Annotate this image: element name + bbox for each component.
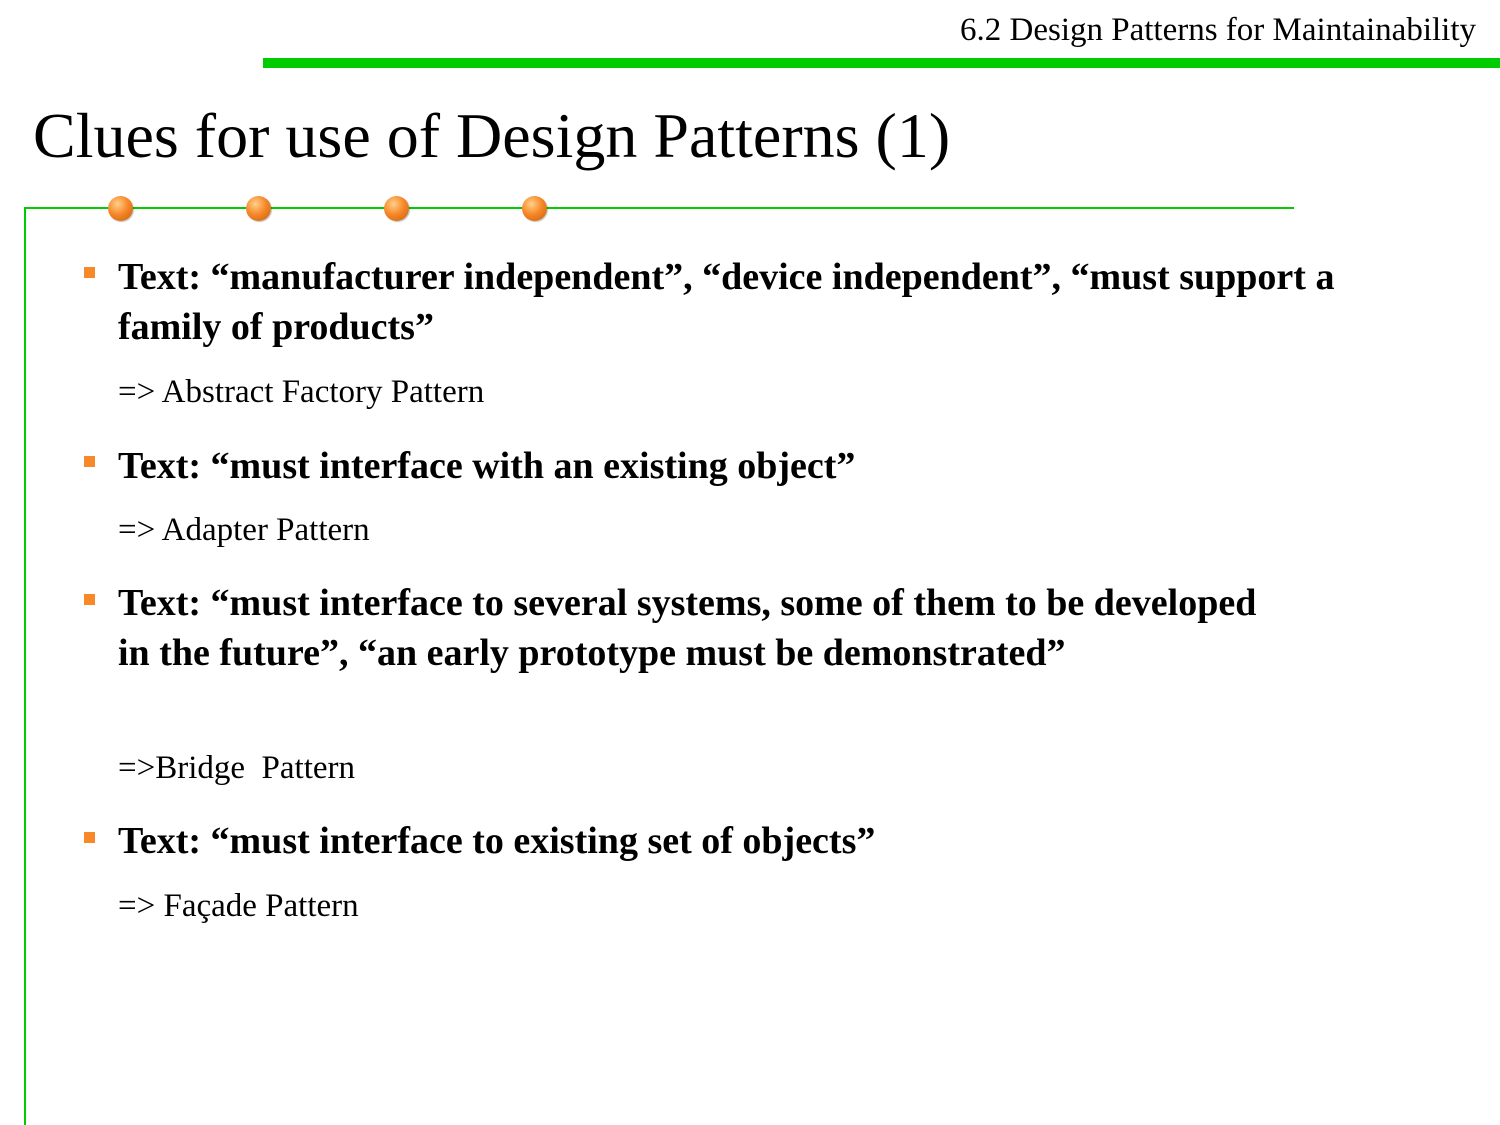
- frame-top-rule: [24, 207, 1294, 209]
- bullet-marker: [84, 456, 95, 467]
- bullet-item-text: Text: “must interface with an existing o…: [118, 445, 856, 487]
- bullet-item-answer: => Abstract Factory Pattern: [118, 374, 485, 410]
- bullet-marker: [84, 832, 95, 843]
- decorative-dot-4: [522, 196, 547, 221]
- frame-left-rule: [24, 207, 26, 1125]
- section-header: 6.2 Design Patterns for Maintainability: [960, 12, 1476, 48]
- header-rule: [263, 58, 1500, 68]
- decorative-dot-2: [246, 196, 271, 221]
- bullet-item-text: Text: “must interface to existing set of…: [118, 820, 876, 862]
- decorative-dot-1: [108, 196, 133, 221]
- bullet-item-answer: => Adapter Pattern: [118, 512, 370, 548]
- bullet-marker: [84, 267, 95, 278]
- bullet-item-text: Text: “must interface to several systems…: [118, 582, 1257, 674]
- bullet-item-text: Text: “manufacturer independent”, “devic…: [118, 256, 1335, 348]
- slide-title: Clues for use of Design Patterns (1): [33, 100, 951, 171]
- bullet-item-answer: => Façade Pattern: [118, 888, 359, 924]
- decorative-dot-3: [384, 196, 409, 221]
- bullet-item-answer: =>Bridge Pattern: [118, 750, 356, 786]
- bullet-marker: [84, 594, 95, 605]
